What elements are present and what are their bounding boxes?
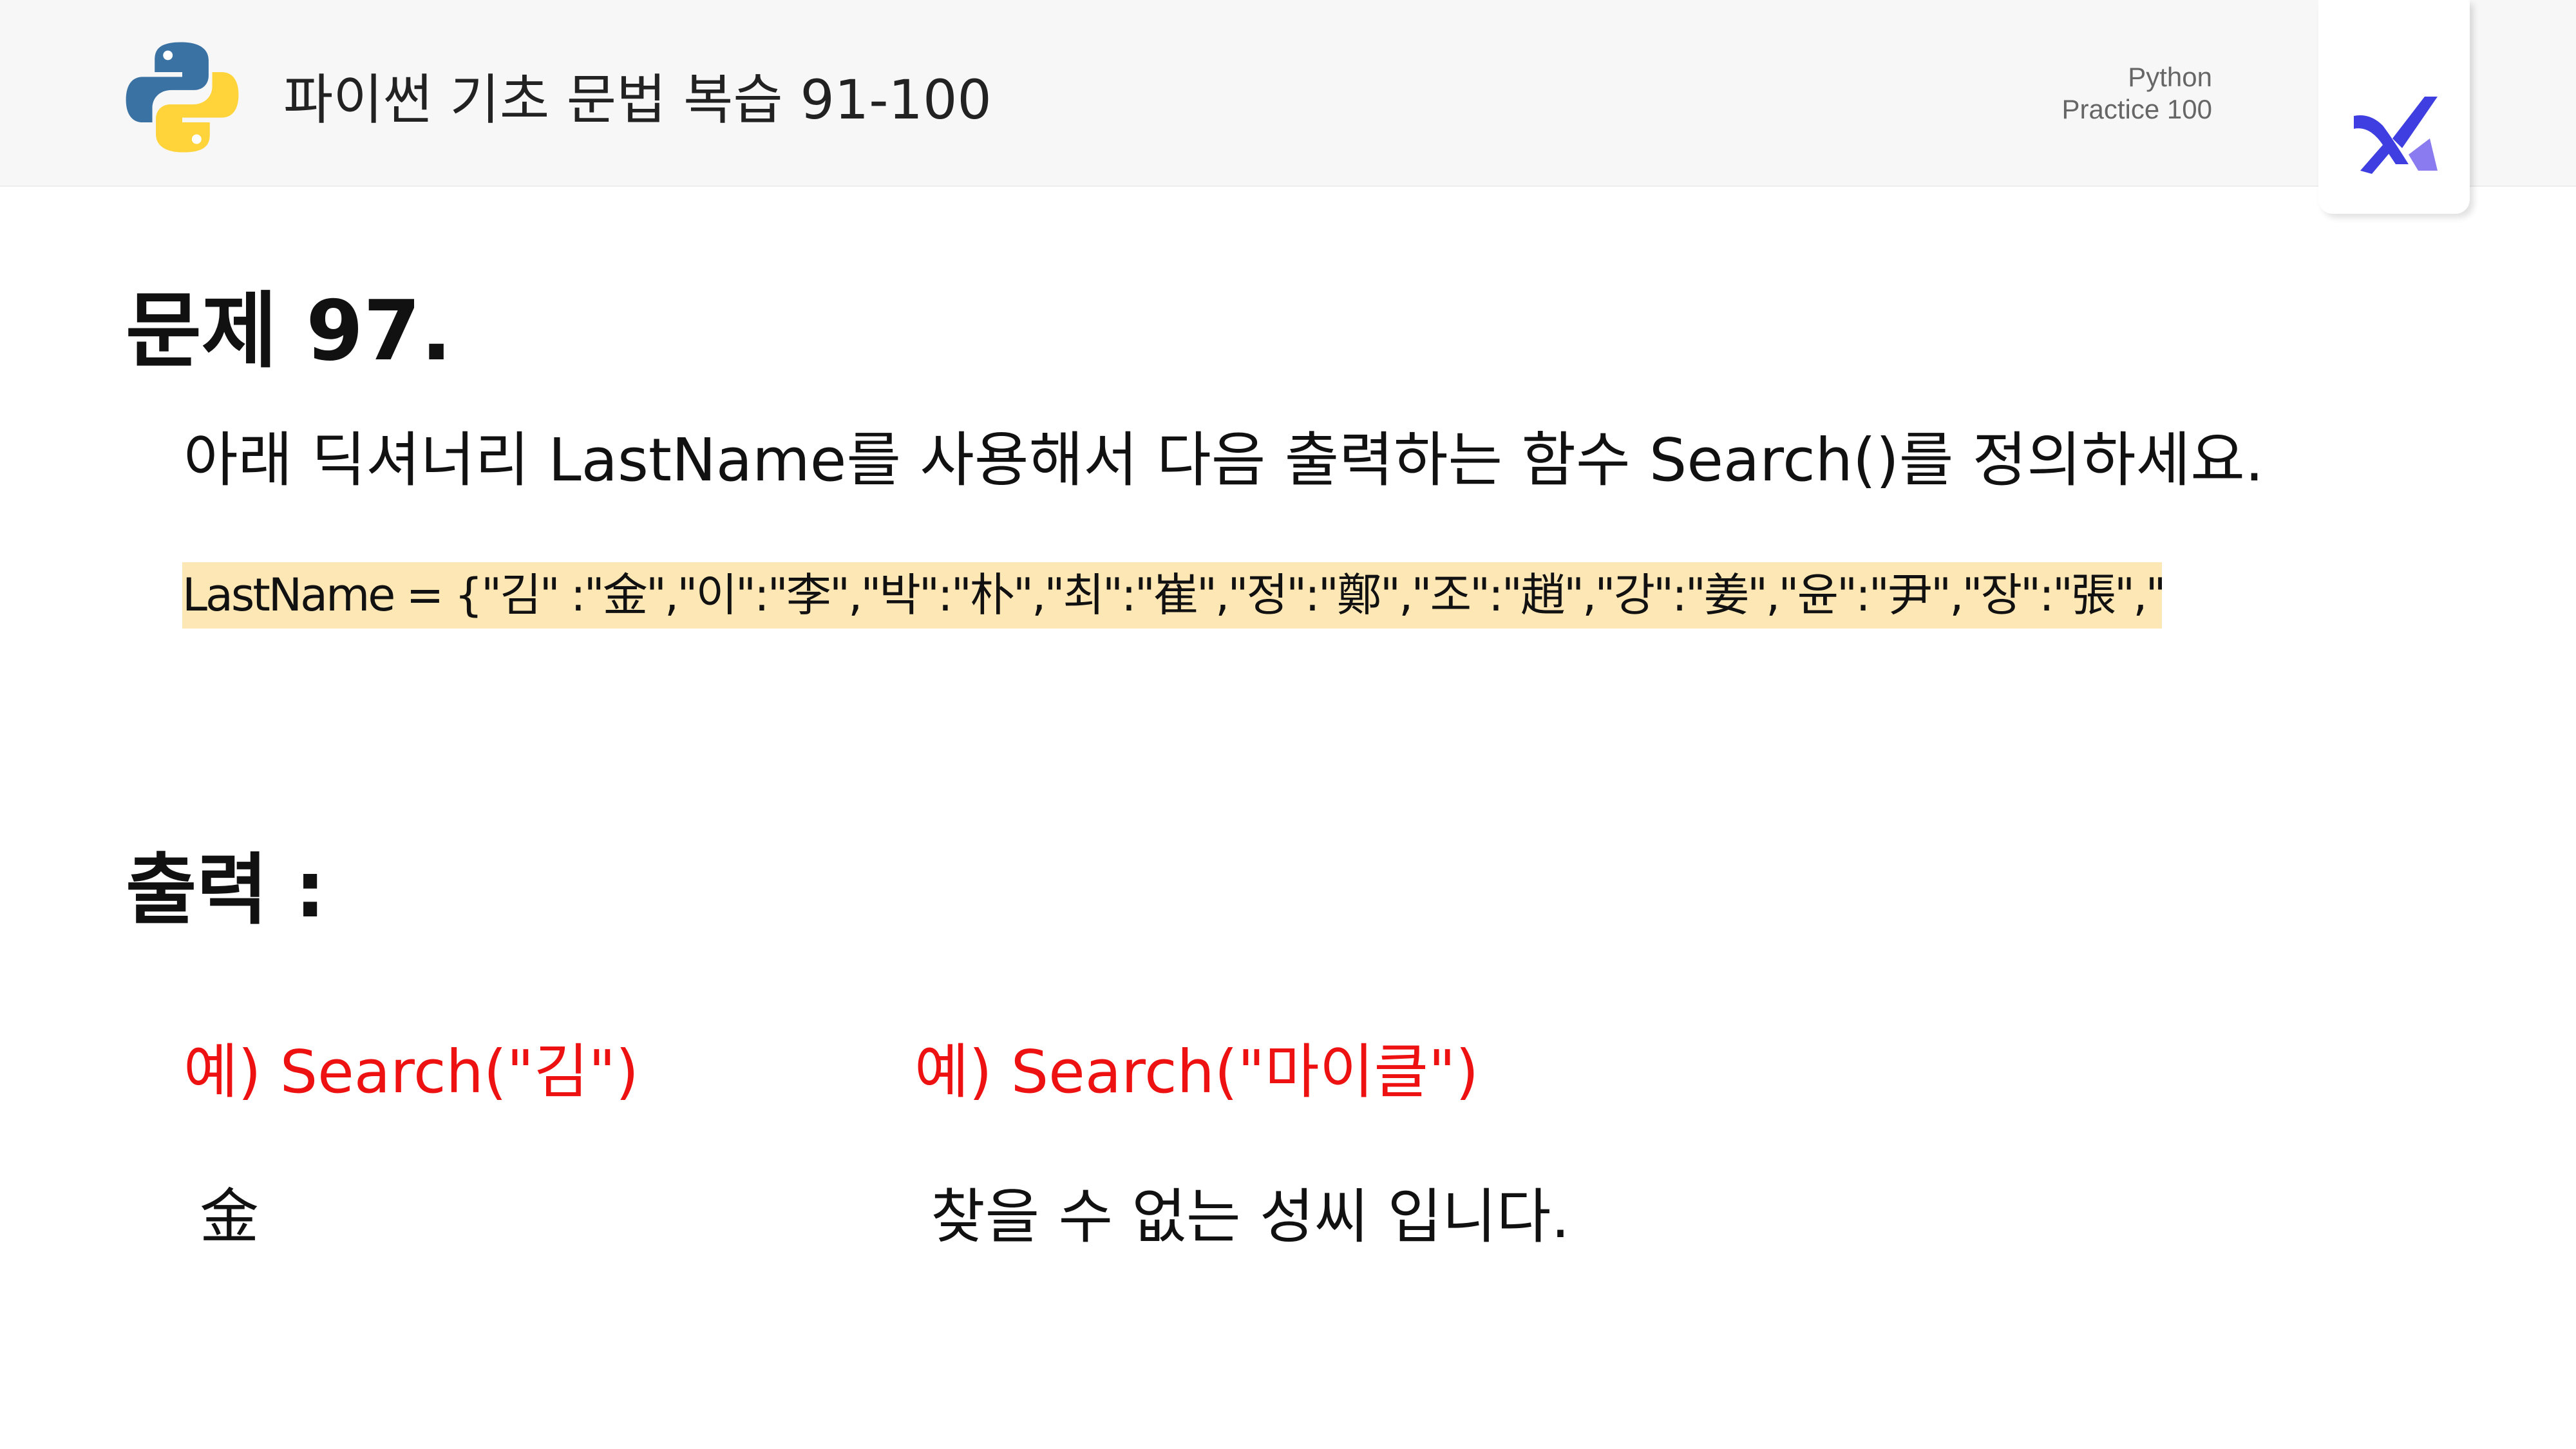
example-result-2: 찾을 수 없는 성씨 입니다. [931, 1182, 1570, 1251]
brand-badge [2318, 0, 2470, 214]
example-result-1: 金 [200, 1182, 260, 1251]
problem-description: 아래 딕셔너리 LastName를 사용해서 다음 출력하는 함수 Search… [184, 426, 2264, 495]
problem-title: 문제 97. [126, 283, 452, 379]
brand-label: Python Practice 100 [2062, 61, 2212, 126]
output-title: 출력 : [126, 846, 326, 935]
code-snippet: LastName = {"김" :"金","이":"李","박":"朴","최"… [182, 562, 2162, 629]
header-title: 파이썬 기초 문법 복습 91-100 [283, 68, 992, 131]
brand-logo-icon [2354, 97, 2438, 174]
header-bar: 파이썬 기초 문법 복습 91-100 Python Practice 100 [0, 0, 2576, 187]
example-call-1: 예) Search("김") [184, 1037, 639, 1106]
brand-line-1: Python [2128, 62, 2212, 92]
python-logo-icon [126, 42, 239, 153]
brand-line-2: Practice 100 [2061, 94, 2212, 124]
example-call-2: 예) Search("마이클") [914, 1037, 1479, 1106]
